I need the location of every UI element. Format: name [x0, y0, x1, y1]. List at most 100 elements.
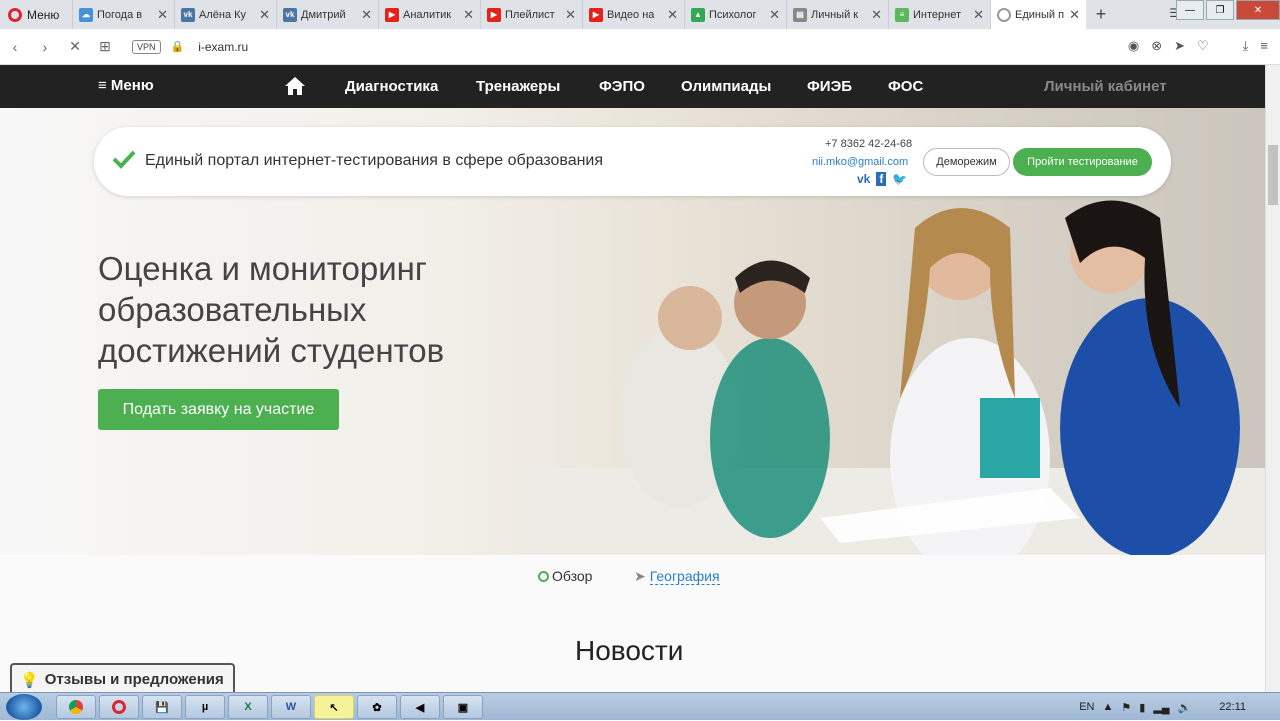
audio-taskbar-icon[interactable]: ◀: [400, 695, 440, 719]
media-taskbar-icon[interactable]: ▣: [443, 695, 483, 719]
info-card: Единый портал интернет-тестирования в сф…: [94, 127, 1171, 196]
tab-overview[interactable]: Обзор: [538, 568, 592, 584]
checkmark-icon: [112, 150, 136, 169]
vk-icon: vk: [283, 7, 297, 22]
close-icon[interactable]: ✕: [973, 7, 984, 23]
browser-tab[interactable]: ▶ Видео на ✕: [582, 0, 684, 29]
device-icon[interactable]: ▮: [1139, 701, 1145, 714]
save-taskbar-icon[interactable]: 💾: [142, 695, 182, 719]
clock[interactable]: 22:11: [1219, 701, 1246, 713]
vk-icon: vk: [181, 7, 195, 22]
tab-geography[interactable]: ➤ География: [634, 568, 720, 585]
lock-icon[interactable]: 🔒: [171, 40, 185, 53]
maximize-button[interactable]: ❐: [1206, 0, 1234, 20]
home-icon[interactable]: [284, 75, 306, 97]
browser-tab-strip: Меню ☁ Погода в ✕ vk Алёна Ку ✕ vk Дмитрий ✕ ▶…: [0, 0, 1280, 29]
page-scrollbar[interactable]: [1265, 65, 1280, 692]
network-icon[interactable]: ⚑: [1121, 701, 1131, 714]
close-icon[interactable]: ✕: [157, 7, 168, 23]
browser-tab-active[interactable]: Единый п ✕: [990, 0, 1086, 29]
window-close-button[interactable]: ✕: [1236, 0, 1280, 20]
download-icon[interactable]: ⤓: [1243, 38, 1249, 54]
lightbulb-icon: 💡: [20, 671, 39, 689]
hero-headline: Оценка и мониторинг образовательных дост…: [98, 250, 445, 369]
site-icon: ≡: [895, 7, 909, 22]
new-tab-button[interactable]: +: [1086, 0, 1116, 29]
back-icon[interactable]: ‹: [0, 39, 30, 55]
browser-tab[interactable]: ≡ Интернет ✕: [888, 0, 990, 29]
browser-tab[interactable]: ▶ Аналитик ✕: [378, 0, 480, 29]
nav-item-fepo[interactable]: ФЭПО: [599, 78, 645, 95]
browser-tab[interactable]: ▲ Психолог ✕: [684, 0, 786, 29]
circle-icon: [538, 570, 549, 582]
close-icon[interactable]: ✕: [259, 7, 270, 23]
nav-item-fos[interactable]: ФОС: [888, 78, 923, 95]
photos-taskbar-icon[interactable]: ✿: [357, 695, 397, 719]
location-arrow-icon: ➤: [634, 568, 646, 584]
demo-mode-button[interactable]: Деморежим: [923, 148, 1010, 176]
youtube-icon: ▶: [589, 7, 603, 22]
window-controls: — ❐ ✕: [1174, 0, 1280, 20]
close-icon[interactable]: ✕: [769, 7, 780, 23]
word-taskbar-icon[interactable]: W: [271, 695, 311, 719]
highlighted-taskbar-icon[interactable]: ↖: [314, 695, 354, 719]
start-button[interactable]: [6, 694, 42, 720]
volume-icon[interactable]: 🔊: [1178, 701, 1192, 714]
loading-icon: [997, 7, 1011, 22]
menu-icon[interactable]: ≡: [1260, 38, 1268, 54]
forward-icon[interactable]: ›: [30, 39, 60, 55]
students-photo: [520, 200, 1265, 555]
address-bar: ‹ › ✕ ⊞ VPN 🔒 i-exam.ru ◉ ⊗ ➤ ♡ ⤓ ≡: [0, 29, 1280, 65]
opera-icon: [8, 7, 22, 22]
send-icon[interactable]: ➤: [1174, 38, 1185, 54]
heart-icon[interactable]: ♡: [1197, 38, 1209, 54]
nav-item-trainers[interactable]: Тренажеры: [476, 78, 560, 95]
browser-menu-button[interactable]: Меню: [0, 0, 72, 29]
stop-icon[interactable]: ✕: [60, 38, 90, 55]
feedback-button[interactable]: 💡 Отзывы и предложения: [10, 663, 235, 694]
close-icon[interactable]: ✕: [565, 7, 576, 23]
nav-item-fieb[interactable]: ФИЭБ: [807, 78, 852, 95]
torrent-taskbar-icon[interactable]: µ: [185, 695, 225, 719]
scroll-thumb[interactable]: [1268, 145, 1278, 205]
apply-button[interactable]: Подать заявку на участие: [98, 389, 339, 430]
chrome-taskbar-icon[interactable]: [56, 695, 96, 719]
personal-cabinet-link[interactable]: Личный кабинет: [1044, 78, 1167, 95]
site-navbar: ≡ Меню Диагностика Тренажеры ФЭПО Олимпи…: [0, 65, 1265, 108]
tab-overview-label: Обзор: [552, 568, 593, 584]
twitter-icon[interactable]: 🐦: [892, 172, 907, 186]
close-icon[interactable]: ✕: [1069, 7, 1080, 23]
portal-title: Единый портал интернет-тестирования в сф…: [145, 152, 604, 169]
take-test-button[interactable]: Пройти тестирование: [1013, 148, 1152, 176]
close-icon[interactable]: ✕: [667, 7, 678, 23]
close-icon[interactable]: ✕: [463, 7, 474, 23]
close-icon[interactable]: ✕: [871, 7, 882, 23]
opera-taskbar-icon[interactable]: [99, 695, 139, 719]
nav-item-diagnostics[interactable]: Диагностика: [345, 78, 438, 95]
facebook-icon[interactable]: f: [876, 172, 887, 186]
camera-icon[interactable]: ◉: [1128, 38, 1139, 54]
browser-tab[interactable]: vk Алёна Ку ✕: [174, 0, 276, 29]
block-icon[interactable]: ⊗: [1151, 38, 1162, 54]
speed-dial-icon[interactable]: ⊞: [90, 38, 120, 55]
browser-tab[interactable]: ▤ Личный к ✕: [786, 0, 888, 29]
excel-taskbar-icon[interactable]: X: [228, 695, 268, 719]
close-icon[interactable]: ✕: [361, 7, 372, 23]
signal-icon[interactable]: ▂▄: [1153, 701, 1169, 714]
minimize-button[interactable]: —: [1176, 0, 1204, 20]
feedback-label: Отзывы и предложения: [44, 671, 224, 688]
vpn-badge[interactable]: VPN: [132, 39, 161, 54]
system-tray: EN ▲ ⚑ ▮ ▂▄ 🔊 22:11: [1079, 693, 1280, 721]
site-menu-button[interactable]: ≡ Меню: [98, 77, 154, 94]
language-indicator[interactable]: EN: [1079, 701, 1094, 713]
nav-item-olympiads[interactable]: Олимпиады: [681, 78, 771, 95]
browser-tab[interactable]: ☁ Погода в ✕: [72, 0, 174, 29]
drive-icon: ▲: [691, 7, 705, 22]
vk-icon[interactable]: vk: [857, 172, 870, 186]
browser-tab[interactable]: vk Дмитрий ✕: [276, 0, 378, 29]
browser-tab[interactable]: ▶ Плейлист ✕: [480, 0, 582, 29]
email-link[interactable]: nii.mko@gmail.com: [812, 156, 908, 168]
url-field[interactable]: i-exam.ru: [198, 40, 248, 54]
social-links: vk f 🐦: [857, 172, 907, 186]
tray-arrow-icon[interactable]: ▲: [1102, 701, 1113, 713]
